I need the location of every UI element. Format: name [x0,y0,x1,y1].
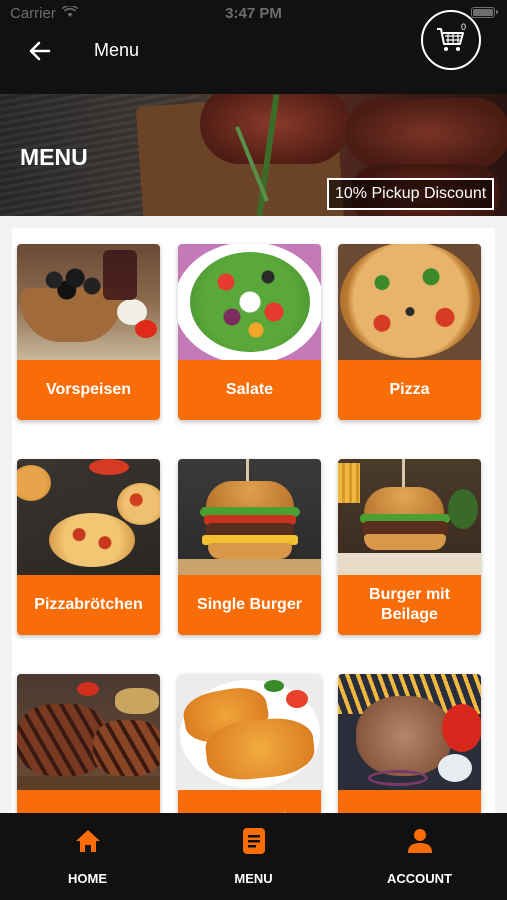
category-label: Salate [178,360,321,420]
category-card-hausgemachte[interactable]: Hausgemachte [178,674,321,813]
category-image-steak [17,674,160,790]
tab-account[interactable]: ACCOUNT [335,813,504,900]
tab-label: MENU [234,871,273,886]
bottom-tab-bar: HOME MENU ACCOUNT [0,813,507,900]
account-icon [407,829,432,853]
category-label: Hausgemachte [178,790,321,813]
tab-label: HOME [68,871,107,886]
back-arrow-icon [29,41,51,61]
category-card-burger-mit-beilage[interactable]: Burger mit Beilage [338,459,481,635]
category-label: Single Burger [178,575,321,635]
category-image-burger-mit-beilage [338,459,481,575]
category-image-pizza [338,244,481,360]
category-card-single-burger[interactable]: Single Burger [178,459,321,635]
menu-list-icon [242,828,265,854]
app-screen: Carrier 3:47 PM Menu 0 MENU 10% Pickup D… [0,0,507,900]
back-button[interactable] [22,36,58,66]
banner-title: MENU [20,144,88,170]
category-label: Pizzabrötchen [17,575,160,635]
category-label: Pizza [338,360,481,420]
category-image-salate [178,244,321,360]
cart-button[interactable]: 0 [421,10,481,70]
tab-menu[interactable]: MENU [169,813,338,900]
category-card-doener[interactable] [338,674,481,813]
category-card-steaks[interactable] [17,674,160,813]
category-card-pizza[interactable]: Pizza [338,244,481,420]
category-image-pizzabroetchen [17,459,160,575]
category-card-salate[interactable]: Salate [178,244,321,420]
category-label [338,790,481,813]
pickup-discount-badge: 10% Pickup Discount [327,178,495,210]
category-image-doener [338,674,481,790]
category-card-vorspeisen[interactable]: Vorspeisen [17,244,160,420]
tab-label: ACCOUNT [387,871,452,886]
category-image-vorspeisen [17,244,160,360]
cart-count-badge: 0 [460,22,466,32]
battery-icon [471,7,498,18]
tab-home[interactable]: HOME [3,813,172,900]
category-label: Vorspeisen [17,360,160,420]
banner-steak-image [345,98,507,168]
hero-banner: MENU 10% Pickup Discount [0,94,507,216]
nav-title: Menu [94,40,140,60]
category-image-schnitzel [178,674,321,790]
category-label [17,790,160,813]
home-icon [75,830,100,852]
category-grid: Vorspeisen Salate Pizza Pizzabrötchen Si… [12,228,495,813]
category-image-single-burger [178,459,321,575]
category-card-pizzabroetchen[interactable]: Pizzabrötchen [17,459,160,635]
category-label: Burger mit Beilage [338,575,481,635]
